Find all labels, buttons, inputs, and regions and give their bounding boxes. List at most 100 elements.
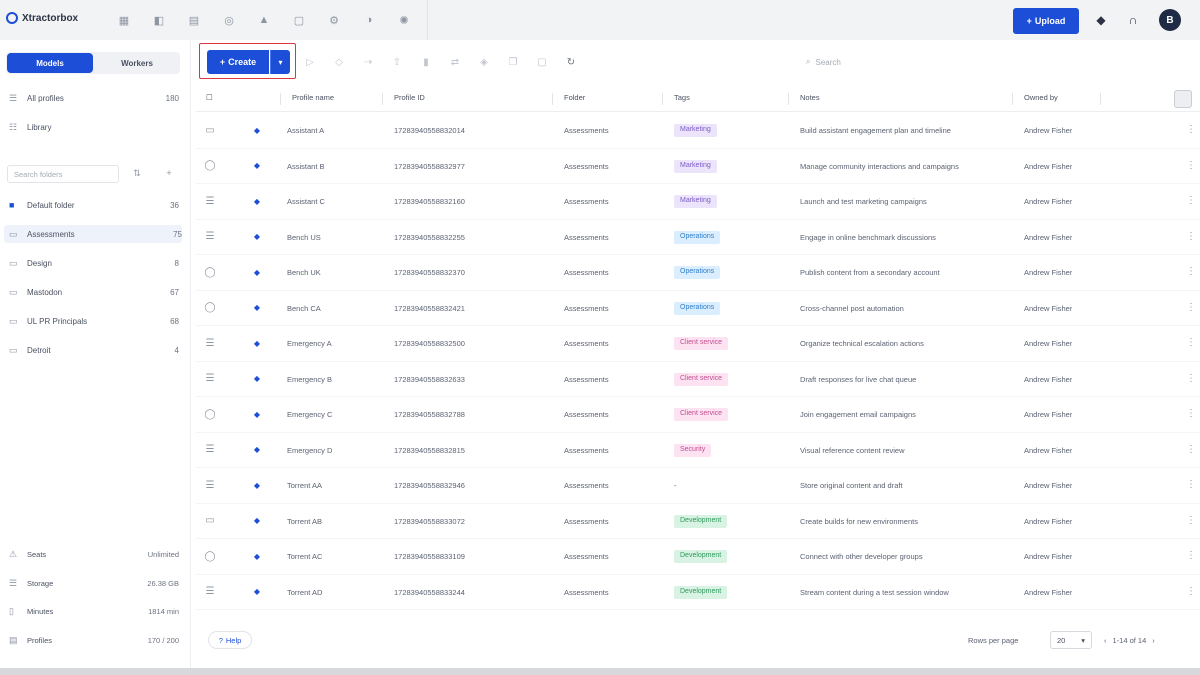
create-dropdown-button[interactable]: ▾ xyxy=(270,50,290,74)
more-options-icon[interactable]: ⋮ xyxy=(1186,231,1196,244)
headset-icon[interactable]: ∩ xyxy=(1125,12,1141,28)
next-page-icon[interactable]: › xyxy=(1152,636,1155,645)
profile-name-cell[interactable]: Emergency B xyxy=(287,375,332,384)
folder-search-input[interactable]: Search folders xyxy=(7,165,119,183)
more-options-icon[interactable]: ⋮ xyxy=(1186,550,1196,563)
play-icon[interactable]: ▷ xyxy=(300,52,320,72)
tag-badge[interactable]: Operations xyxy=(674,301,721,315)
compass-icon[interactable]: ◎ xyxy=(217,10,241,30)
pin-icon[interactable]: ◆ xyxy=(252,302,262,314)
sidebar-folder-default[interactable]: ■ Default folder 36 xyxy=(9,196,179,214)
list-icon[interactable]: ☰ xyxy=(204,195,216,207)
table-row[interactable]: ◯ ◆ Bench CA 17283940558832421 Assessments Op… xyxy=(196,291,1200,326)
table-row[interactable]: ◯ ◆ Assistant B 17283940558832977 Assessment… xyxy=(196,149,1200,184)
pin-icon[interactable]: ◆ xyxy=(252,479,262,491)
sidebar-item-all-profiles[interactable]: ☰ All profiles 180 xyxy=(9,89,179,107)
list-icon[interactable]: ☰ xyxy=(204,444,216,456)
pin-icon[interactable]: ◆ xyxy=(252,231,262,243)
gear-icon[interactable]: ⚙ xyxy=(322,10,346,30)
col-profile-name[interactable]: Profile name xyxy=(292,93,334,102)
table-row[interactable]: ☰ ◆ Bench US 17283940558832255 Assessments Op… xyxy=(196,220,1200,255)
chat-icon[interactable]: ◧ xyxy=(147,10,171,30)
pin-icon[interactable]: ◆ xyxy=(252,160,262,172)
lock-icon[interactable]: ▢ xyxy=(532,52,552,72)
tag-badge[interactable]: Development xyxy=(674,514,728,528)
table-row[interactable]: ◯ ◆ Bench UK 17283940558832370 Assessments Op… xyxy=(196,255,1200,291)
sidebar-item-library[interactable]: ☷ Library xyxy=(9,118,179,136)
tag-badge[interactable]: Operations xyxy=(674,230,721,244)
table-row[interactable]: ☰ ◆ Emergency B 17283940558832633 Assessment… xyxy=(196,362,1200,397)
help-button[interactable]: ? Help xyxy=(208,631,252,649)
profile-name-cell[interactable]: Assistant B xyxy=(287,162,325,171)
window-icon[interactable]: ▭ xyxy=(204,124,216,136)
grid-icon[interactable]: ▦ xyxy=(112,10,136,30)
pin-icon[interactable]: ◆ xyxy=(252,586,262,598)
tag-badge[interactable]: Security xyxy=(674,443,712,457)
profile-name-cell[interactable]: Torrent AA xyxy=(287,481,322,490)
list-icon[interactable]: ☰ xyxy=(204,231,216,243)
table-row[interactable]: ▭ ◆ Torrent AB 17283940558833072 Assessments… xyxy=(196,504,1200,539)
sidebar-folder-mastodon[interactable]: ▭ Mastodon 67 xyxy=(9,283,179,301)
pin-icon[interactable]: ◆ xyxy=(252,337,262,349)
profile-name-cell[interactable]: Bench CA xyxy=(287,304,321,313)
more-options-icon[interactable]: ⋮ xyxy=(1186,160,1196,173)
share-icon[interactable]: ⇢ xyxy=(358,52,378,72)
profile-name-cell[interactable]: Bench UK xyxy=(287,268,321,277)
table-row[interactable]: ◯ ◆ Emergency C 17283940558832788 Assessment… xyxy=(196,397,1200,433)
profile-name-cell[interactable]: Torrent AD xyxy=(287,588,322,597)
window-icon[interactable]: ▭ xyxy=(204,515,216,527)
pin-icon[interactable]: ◆ xyxy=(252,195,262,207)
list-icon[interactable]: ☰ xyxy=(204,373,216,385)
table-row[interactable]: ☰ ◆ Torrent AD 17283940558833244 Assessments… xyxy=(196,575,1200,610)
col-notes[interactable]: Notes xyxy=(800,93,820,102)
profile-name-cell[interactable]: Assistant A xyxy=(287,126,324,135)
more-options-icon[interactable]: ⋮ xyxy=(1186,302,1196,315)
clipboard-icon[interactable]: ▢ xyxy=(287,10,311,30)
refresh-icon[interactable]: ↻ xyxy=(561,52,581,72)
profile-name-cell[interactable]: Torrent AC xyxy=(287,552,322,561)
pin-icon[interactable]: ◆ xyxy=(252,515,262,527)
table-row[interactable]: ☰ ◆ Torrent AA 17283940558832946 Assessments… xyxy=(196,468,1200,504)
stop-icon[interactable]: ◇ xyxy=(329,52,349,72)
more-options-icon[interactable]: ⋮ xyxy=(1186,195,1196,208)
sidebar-folder-ul-pr[interactable]: ▭ UL PR Principals 68 xyxy=(9,312,179,330)
filter-icon[interactable]: ⇅ xyxy=(130,168,144,182)
more-options-icon[interactable]: ⋮ xyxy=(1186,373,1196,386)
table-row[interactable]: ☰ ◆ Assistant C 17283940558832160 Assessment… xyxy=(196,184,1200,220)
tag-badge[interactable]: Development xyxy=(674,585,728,599)
table-row[interactable]: ☰ ◆ Emergency D 17283940558832815 Assessment… xyxy=(196,433,1200,468)
document-icon[interactable]: ▤ xyxy=(182,10,206,30)
profile-name-cell[interactable]: Assistant C xyxy=(287,197,325,206)
pin-icon[interactable]: ◆ xyxy=(252,266,262,278)
rows-per-page-select[interactable]: 20 ▾ xyxy=(1050,631,1092,649)
person-icon[interactable]: ▲ xyxy=(252,10,276,30)
profile-name-cell[interactable]: Torrent AB xyxy=(287,517,322,526)
sidebar-folder-assessments[interactable]: ▭ Assessments 75 xyxy=(4,225,182,243)
more-options-icon[interactable]: ⋮ xyxy=(1186,124,1196,137)
list-icon[interactable]: ☰ xyxy=(204,479,216,491)
pin-icon[interactable]: ◆ xyxy=(252,550,262,562)
notification-icon[interactable]: ◆ xyxy=(1093,12,1109,28)
chart-icon[interactable]: ◑ xyxy=(357,10,381,30)
pin-icon[interactable]: ◆ xyxy=(252,124,262,136)
settings-icon[interactable]: ✺ xyxy=(392,10,416,30)
profile-name-cell[interactable]: Emergency A xyxy=(287,339,332,348)
circle-icon[interactable]: ◯ xyxy=(204,408,216,420)
tag-icon[interactable]: ◈ xyxy=(474,52,494,72)
col-owned-by[interactable]: Owned by xyxy=(1024,93,1058,102)
more-options-icon[interactable]: ⋮ xyxy=(1186,515,1196,528)
tag-badge[interactable]: Operations xyxy=(674,266,721,279)
more-options-icon[interactable]: ⋮ xyxy=(1186,408,1196,421)
tag-badge[interactable]: Marketing xyxy=(674,159,717,173)
profile-name-cell[interactable]: Emergency C xyxy=(287,410,332,419)
more-options-icon[interactable]: ⋮ xyxy=(1186,266,1196,279)
add-folder-icon[interactable]: + xyxy=(162,168,176,182)
table-row[interactable]: ☰ ◆ Emergency A 17283940558832500 Assessment… xyxy=(196,326,1200,362)
more-options-icon[interactable]: ⋮ xyxy=(1186,479,1196,492)
profile-name-cell[interactable]: Bench US xyxy=(287,233,321,242)
profile-name-cell[interactable]: Emergency D xyxy=(287,446,332,455)
copy-icon[interactable]: ❐ xyxy=(503,52,523,72)
column-settings-button[interactable] xyxy=(1174,90,1192,108)
avatar[interactable]: B xyxy=(1159,9,1181,31)
tag-badge[interactable]: Marketing xyxy=(674,124,717,137)
